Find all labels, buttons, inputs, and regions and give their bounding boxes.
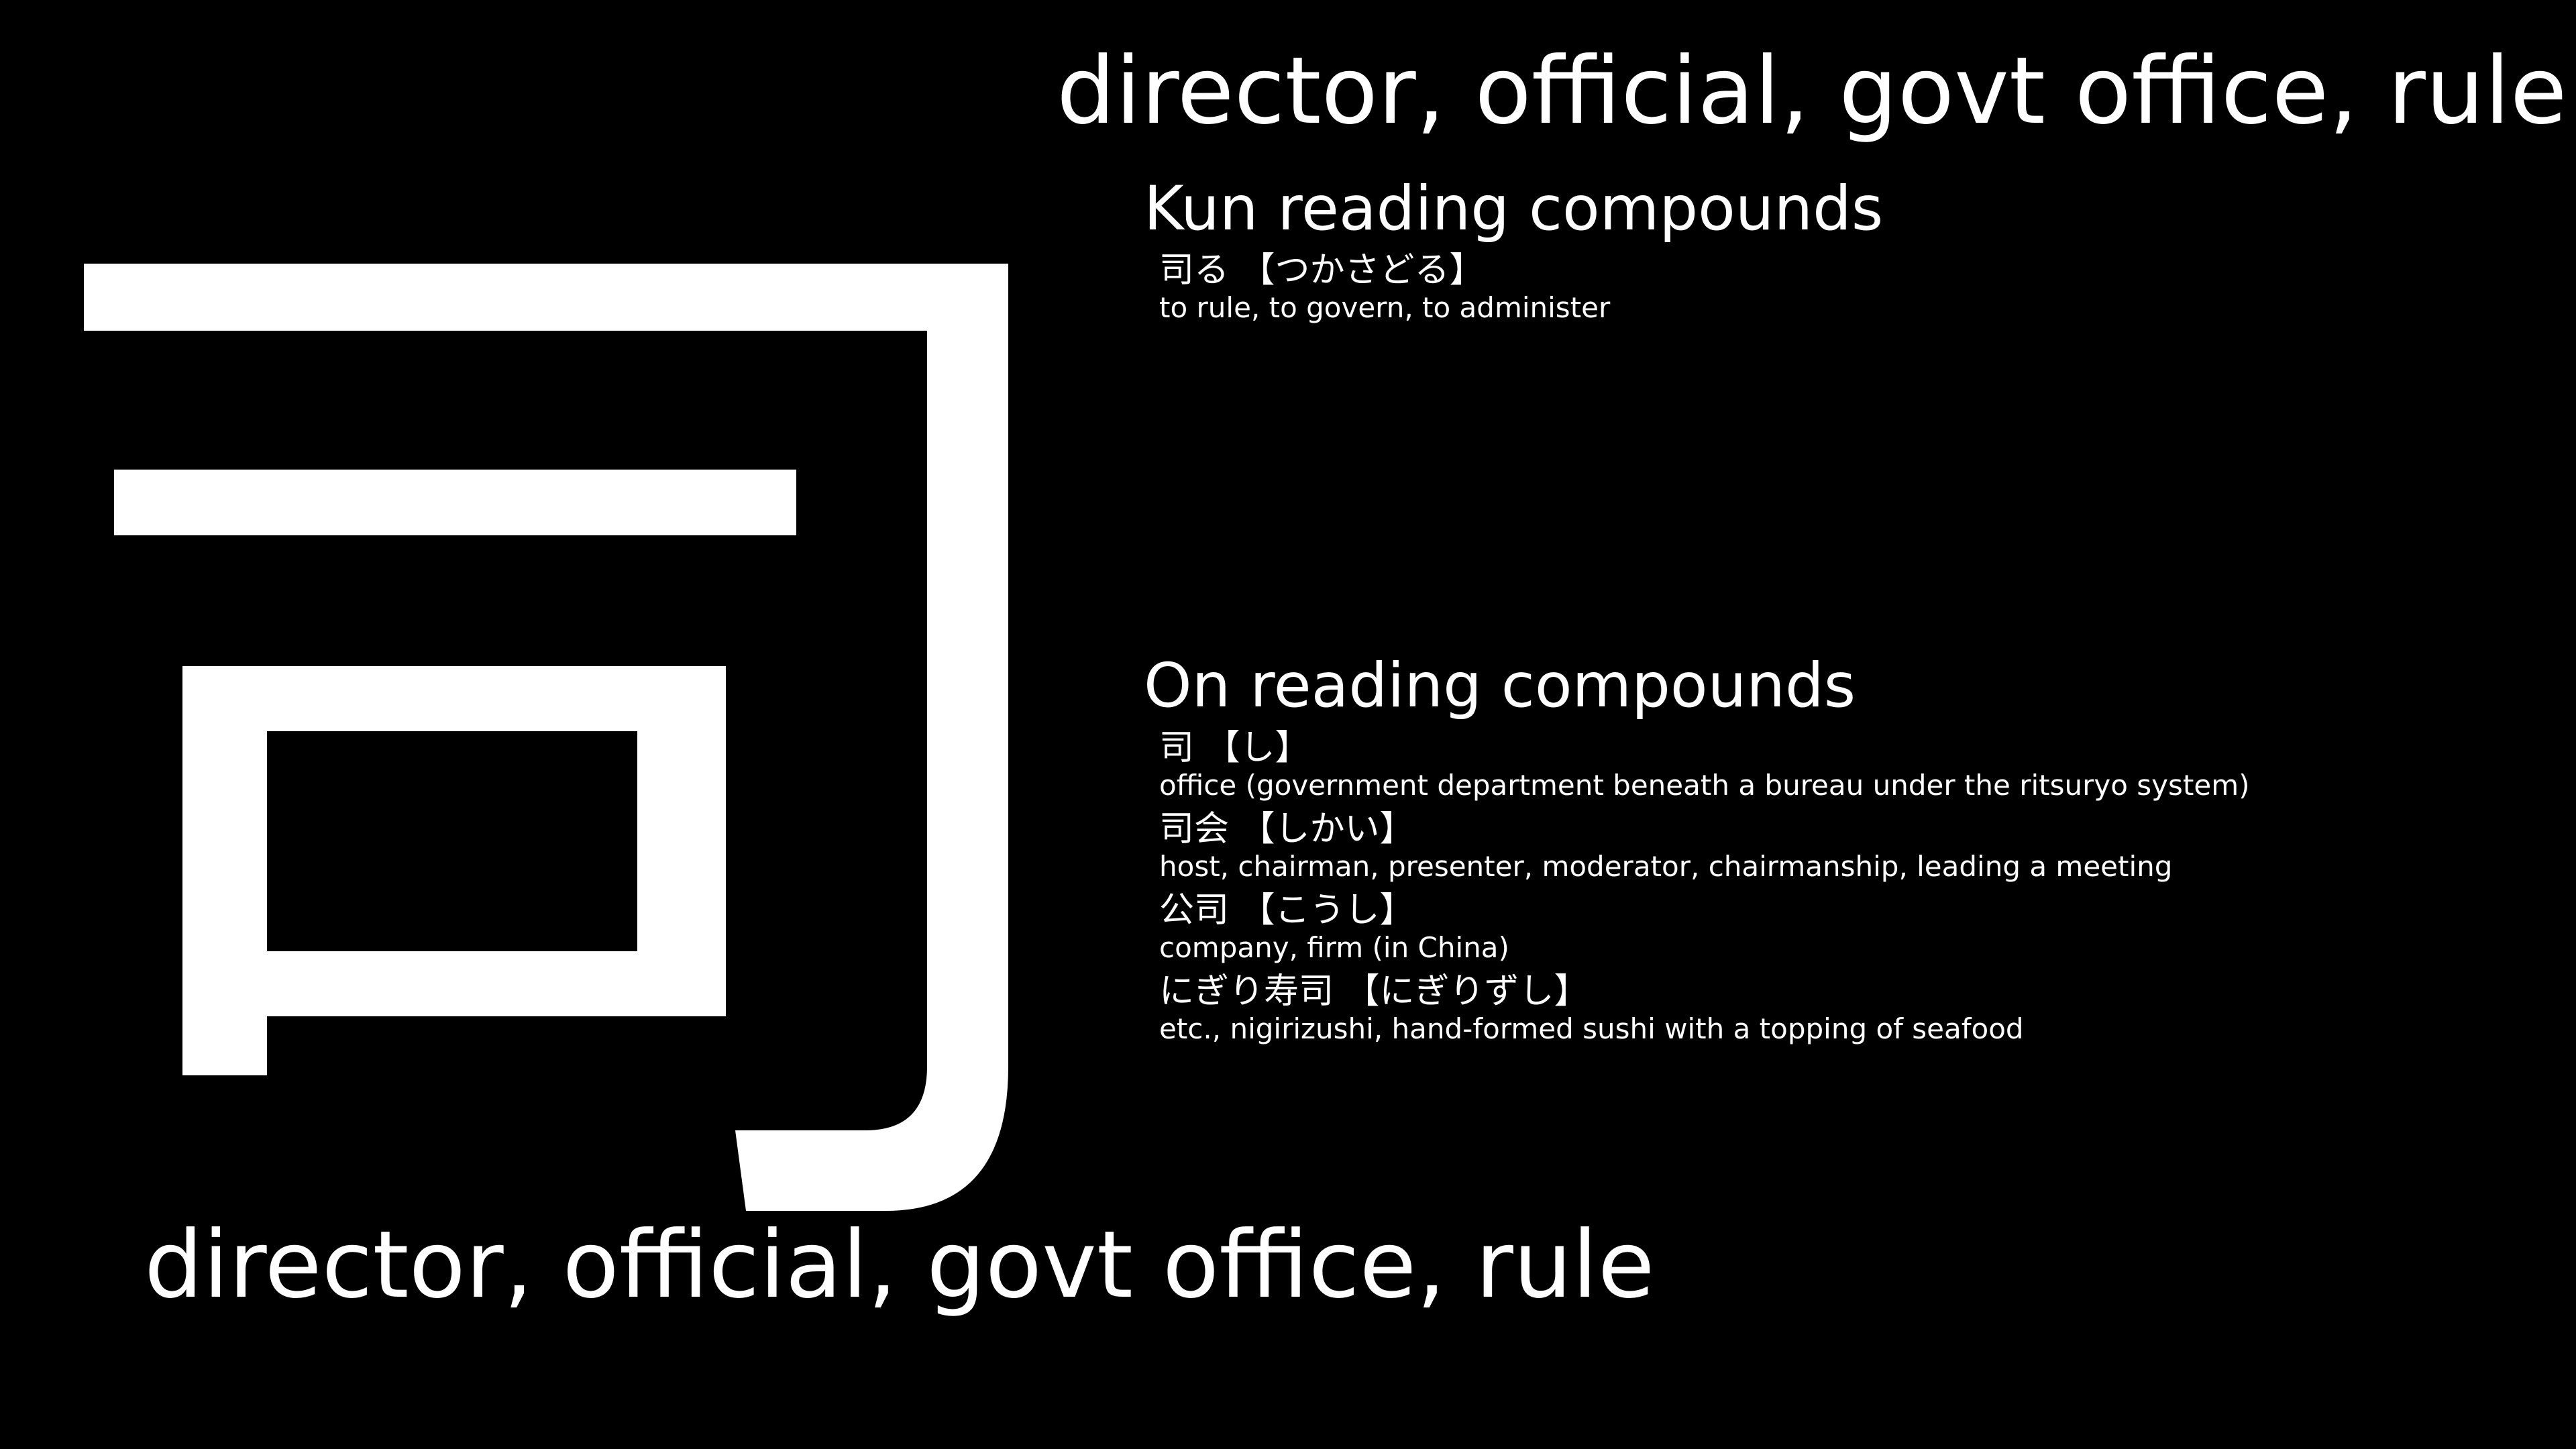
kanji-glyph-drawing xyxy=(84,264,1008,1211)
compound-item: 司 【し】 office (government department bene… xyxy=(1159,727,2250,808)
compound-word: にぎり寿司 【にぎりずし】 xyxy=(1159,971,1589,1012)
kun-compound-list: 司る 【つかさどる】 to rule, to govern, to admini… xyxy=(1159,250,1610,331)
compound-word: 司会 【しかい】 xyxy=(1159,809,1415,849)
kanji-glyph xyxy=(0,0,1073,1261)
compound-gloss: etc., nigirizushi, hand-formed sushi wit… xyxy=(1159,1012,2024,1045)
on-section-heading: On reading compounds xyxy=(1144,651,1856,721)
compound-word: 公司 【こうし】 xyxy=(1159,890,1415,930)
compound-item: にぎり寿司 【にぎりずし】 etc., nigirizushi, hand-fo… xyxy=(1159,971,2250,1052)
kanji-stroke-mouth xyxy=(182,666,726,1075)
on-compound-list: 司 【し】 office (government department bene… xyxy=(1159,727,2250,1052)
kanji-stroke-bar xyxy=(114,470,796,535)
compound-gloss: to rule, to govern, to administer xyxy=(1159,291,1611,324)
compound-item: 司会 【しかい】 host, chairman, presenter, mode… xyxy=(1159,808,2250,890)
compound-gloss: office (government department beneath a … xyxy=(1159,769,2250,802)
compound-word: 司 【し】 xyxy=(1159,728,1310,768)
compound-gloss: host, chairman, presenter, moderator, ch… xyxy=(1159,850,2173,883)
compound-item: 公司 【こうし】 company, firm (in China) xyxy=(1159,890,2250,971)
kun-section-heading: Kun reading compounds xyxy=(1144,174,1884,244)
compound-gloss: company, firm (in China) xyxy=(1159,931,1509,964)
compound-word: 司る 【つかさどる】 xyxy=(1159,250,1485,290)
meaning-heading-bottom: director, official, govt office, rule xyxy=(144,1211,1655,1319)
compound-item: 司る 【つかさどる】 to rule, to govern, to admini… xyxy=(1159,250,1610,331)
kanji-card: director, official, govt office, rule Ku… xyxy=(0,0,2576,1449)
meaning-heading-top: director, official, govt office, rule xyxy=(1057,37,2567,145)
